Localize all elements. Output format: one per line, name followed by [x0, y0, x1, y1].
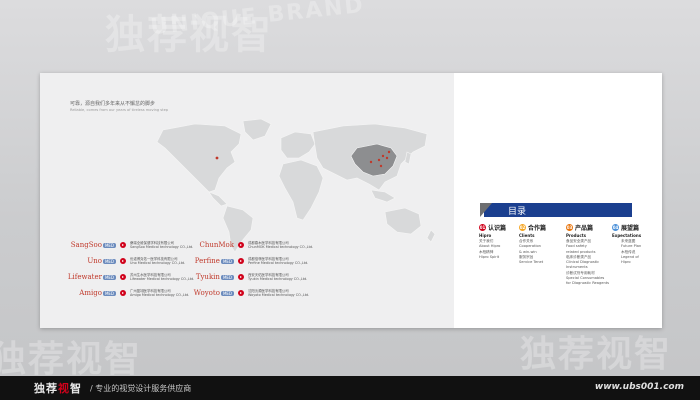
play-icon	[238, 274, 244, 280]
toc-section-expectations: 04 展望篇 Expectations 未来蓝图 Future Plan 木柏传…	[612, 223, 641, 265]
section-title: 认识篇	[488, 225, 507, 232]
section-number-badge: 01	[479, 224, 486, 231]
footer-slogan: / 专业的视觉设计服务供应商	[90, 384, 192, 393]
client-row: SangSoo MED 桑瑞全维保健学科技有限公司 SangSoo Medical …	[42, 239, 194, 251]
play-icon	[120, 290, 126, 296]
toc-item: Service Tenet	[519, 260, 544, 265]
client-name-en: Woyoto Medical technology CO.,Ltd.	[248, 293, 310, 297]
watermark-brand-cn: 独荐视智	[105, 12, 273, 58]
client-name-en: Amigo Medical technology CO.,Ltd.	[130, 293, 190, 297]
toc-section-clients: 02 合作篇 Clients 合作关系 Cooperation & win-wi…	[519, 223, 546, 265]
client-name-en: Perfine Medical technology CO.,Ltd.	[248, 261, 309, 265]
tagline-english: Reliable, comes from our years of tirele…	[70, 108, 169, 112]
toc-item: Hipro	[621, 260, 631, 265]
map-africa	[278, 159, 324, 221]
section-title-english: Hipro	[479, 233, 492, 238]
map-new-zealand	[426, 229, 436, 243]
chevron-icon	[480, 203, 492, 217]
toc-title: 目录	[508, 207, 527, 217]
section-number-badge: 04	[612, 224, 619, 231]
client-name-en: SangSoo Medical technology CO.,Ltd.	[130, 245, 194, 249]
client-row: Uno MED 优诺博克佑一医学科技有限公司 Uno Medical technol…	[42, 255, 185, 267]
brochure-right-page: 目录 01 认识篇 Hipro 关于我们 About Hipro 木柏精神 Hi…	[454, 73, 662, 328]
section-title: 产品篇	[575, 225, 594, 232]
client-logo: Lifewater MED	[67, 273, 116, 281]
map-central-america	[208, 191, 228, 207]
toc-item: Hipro Spirit	[479, 254, 500, 259]
brochure-left-page: 可靠，源自我们多年来从不懈怠的脚步 Reliable, comes from o…	[40, 73, 454, 328]
toc-banner	[484, 203, 632, 217]
client-logo: Woyoto MED	[193, 289, 234, 297]
section-number-badge: 02	[519, 224, 526, 231]
map-europe	[280, 131, 316, 159]
section-title: 合作篇	[528, 225, 547, 232]
toc-item: Future Plan	[621, 244, 642, 249]
client-logo: Perfine MED	[194, 257, 234, 265]
watermark-brand-cn: 独荐视智	[0, 339, 143, 380]
map-australia	[384, 207, 422, 235]
client-logo: Amigo MED	[79, 289, 116, 297]
toc-section-products: 03 产品篇 Products 食品安全类产品 Food safety rela…	[566, 223, 609, 287]
play-icon	[238, 242, 244, 248]
client-logo: ChunMok	[199, 241, 234, 249]
client-logo: SangSoo MED	[70, 241, 116, 249]
section-title: 展望篇	[621, 225, 640, 232]
map-southeast-asia	[370, 189, 396, 203]
footer-website-link[interactable]: www.ubs001.com	[595, 382, 684, 392]
client-name-en: Uno Medical technology CO.,Ltd.	[130, 261, 186, 265]
client-row: Amigo MED 广州盈翊医学科技有限公司 Amigo Medical techn…	[42, 287, 189, 299]
play-icon	[238, 258, 244, 264]
watermark-brand-cn: 独荐视智	[520, 334, 673, 375]
section-title-english: Expectations	[612, 233, 642, 238]
client-name-en: Lifewater Medical technology CO.,Ltd.	[130, 277, 195, 281]
map-north-america	[156, 123, 242, 193]
section-title-english: Clients	[519, 233, 535, 238]
client-row: ChunMok 成都春木医学科技有限公司 ChunMOK Medical tech…	[192, 239, 313, 251]
play-icon	[120, 258, 126, 264]
play-icon	[238, 290, 244, 296]
map-greenland	[242, 118, 272, 141]
section-number-badge: 03	[566, 224, 573, 231]
client-row: Perfine MED 成都倍菲医学科技有限公司 Perfine Medical t…	[192, 255, 309, 267]
footer-brand-logo: 独荐视智	[34, 382, 82, 395]
client-name-en: ChunMOK Medical technology CO.,Ltd.	[248, 245, 314, 249]
client-logo: Tyukin MED	[195, 273, 234, 281]
client-row: Lifewater MED 苏州生水医学科技有限公司 Lifewater Medic…	[42, 271, 194, 283]
brochure-spread: 可靠，源自我们多年来从不懈怠的脚步 Reliable, comes from o…	[40, 73, 662, 328]
section-title-english: Products	[566, 233, 587, 238]
footer-bar: 独荐视智 / 专业的视觉设计服务供应商 www.ubs001.com	[0, 376, 700, 400]
play-icon	[120, 242, 126, 248]
client-row: Tyukin MED 西安天佑医学科技有限公司 Tyukin Medical tec…	[192, 271, 308, 283]
world-map	[156, 118, 436, 253]
play-icon	[120, 274, 126, 280]
client-name-en: Tyukin Medical technology CO.,Ltd.	[248, 277, 308, 281]
client-logo: Uno MED	[87, 257, 116, 265]
toc-section-hipro: 01 认识篇 Hipro 关于我们 About Hipro 木柏精神 Hipro…	[479, 223, 506, 260]
tagline: 可靠，源自我们多年来从不懈怠的脚步	[70, 101, 156, 107]
client-row: Woyoto MED 沈阳沃源医学科技有限公司 Woyoto Medical tec…	[192, 287, 309, 299]
toc-item: for Diagnostic Reagents	[566, 281, 610, 286]
